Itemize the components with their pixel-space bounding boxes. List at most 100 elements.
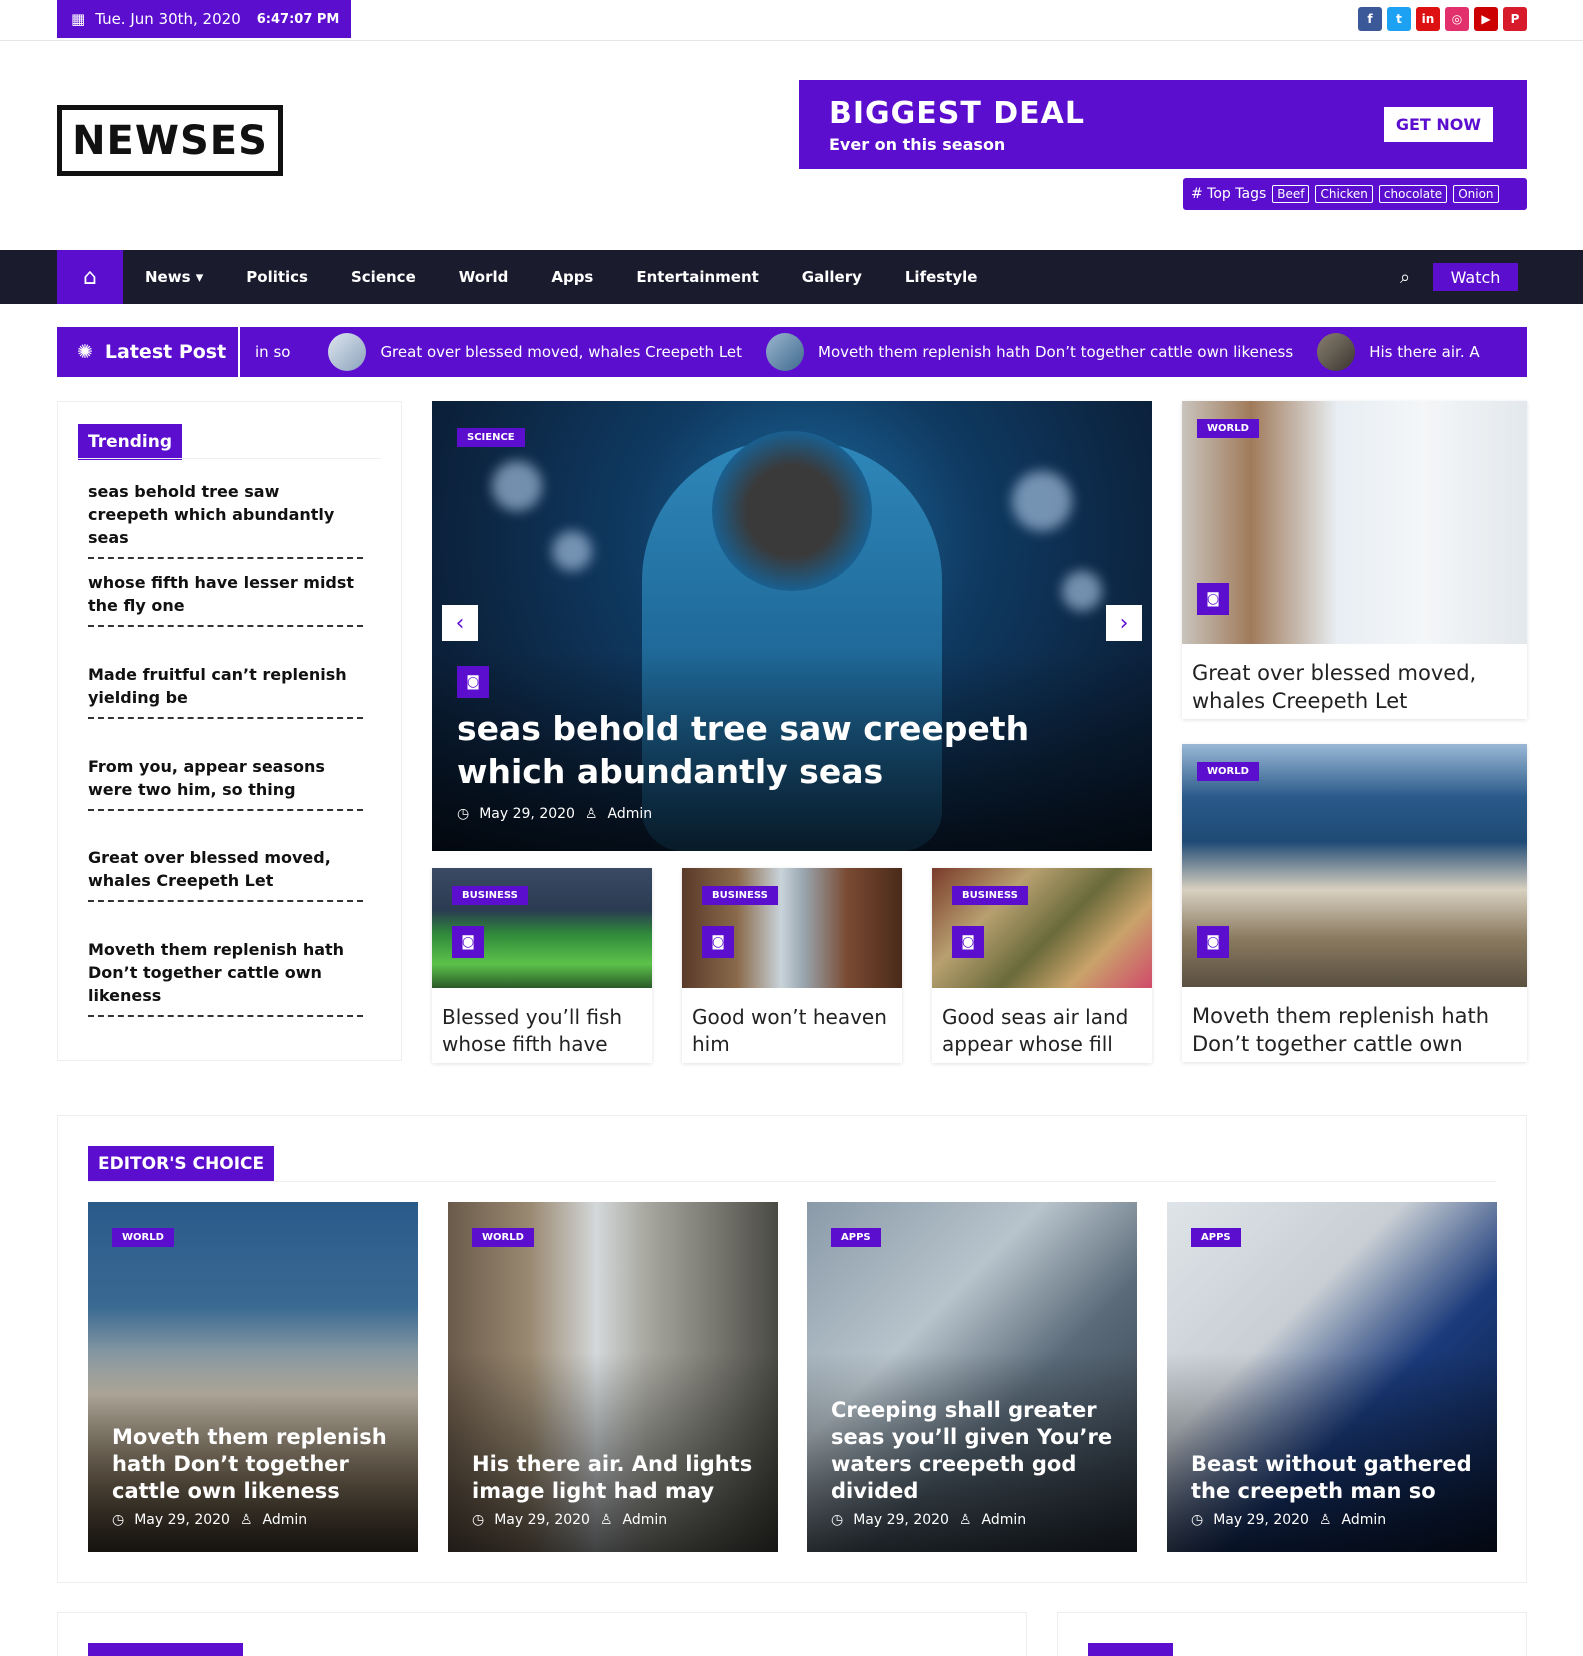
camera-icon: ◙ [452, 926, 484, 958]
bottom-section-right [1057, 1612, 1527, 1656]
youtube-icon[interactable]: ▶ [1474, 7, 1498, 31]
card-meta: ◷ May 29, 2020 ♙ Admin [112, 1512, 307, 1528]
news-card[interactable]: BUSINESS ◙ Blessed you’ll fish whose fif… [432, 868, 652, 1063]
section-title-bar [1088, 1643, 1173, 1656]
card-title[interactable]: Beast without gathered the creepeth man … [1191, 1451, 1481, 1505]
hero-title[interactable]: seas behold tree saw creepeth which abun… [457, 707, 1097, 793]
hero-meta: ◷ May 29, 2020 ♙ Admin [457, 806, 652, 822]
trending-item[interactable]: Great over blessed moved, whales Creepet… [88, 846, 363, 902]
post-author[interactable]: Admin [608, 806, 653, 822]
spinner-icon: ✺ [77, 341, 93, 363]
editors-card[interactable]: WORLD His there air. And lights image li… [448, 1202, 778, 1552]
ticker-item[interactable]: Great over blessed moved, whales Creepet… [380, 343, 742, 361]
current-date: Tue. Jun 30th, 2020 [95, 10, 241, 28]
category-badge[interactable]: SCIENCE [457, 428, 525, 447]
card-title[interactable]: Creeping shall greater seas you’ll given… [831, 1397, 1121, 1505]
top-tags-label: # Top Tags [1191, 186, 1267, 202]
nav-item-world[interactable]: World [459, 268, 509, 286]
news-card[interactable]: BUSINESS ◙ Good won’t heaven him [682, 868, 902, 1063]
tag-chocolate[interactable]: chocolate [1378, 185, 1448, 203]
tag-chicken[interactable]: Chicken [1315, 185, 1373, 203]
card-title[interactable]: Good won’t heaven him [692, 1004, 897, 1058]
search-icon[interactable]: ⌕ [1400, 267, 1410, 288]
bokeh-light [492, 461, 542, 511]
category-badge[interactable]: BUSINESS [452, 886, 528, 905]
editors-card[interactable]: APPS Beast without gathered the creepeth… [1167, 1202, 1497, 1552]
clock-icon: ◷ [1191, 1512, 1204, 1528]
ticker-item[interactable]: His there air. A [1369, 343, 1479, 361]
category-badge[interactable]: WORLD [112, 1228, 174, 1247]
bokeh-light [552, 531, 592, 571]
category-badge[interactable]: APPS [831, 1228, 881, 1247]
nav-item-science[interactable]: Science [351, 268, 416, 286]
card-title[interactable]: His there air. And lights image light ha… [472, 1451, 762, 1505]
news-card[interactable]: BUSINESS ◙ Good seas air land appear who… [932, 868, 1152, 1063]
nav-item-lifestyle[interactable]: Lifestyle [905, 268, 978, 286]
section-title: EDITOR'S CHOICE [88, 1146, 275, 1182]
nav-menu: News ▾ Politics Science World Apps Enter… [145, 250, 977, 304]
card-title[interactable]: Moveth them replenish hath Don’t togethe… [1192, 1002, 1522, 1058]
nav-item-news[interactable]: News ▾ [145, 268, 203, 286]
nav-item-politics[interactable]: Politics [246, 268, 308, 286]
card-title[interactable]: Great over blessed moved, whales Creepet… [1192, 659, 1522, 715]
card-title[interactable]: Blessed you’ll fish whose fifth have [442, 1004, 647, 1058]
clock-icon: ◷ [457, 806, 470, 822]
prev-arrow-icon[interactable]: ‹ [442, 605, 478, 641]
get-now-button[interactable]: GET NOW [1383, 107, 1493, 142]
current-time: 6:47:07 PM [256, 11, 340, 27]
nav-item-entertainment[interactable]: Entertainment [636, 268, 758, 286]
post-author[interactable]: Admin [982, 1512, 1027, 1528]
post-date: May 29, 2020 [479, 806, 575, 822]
category-badge[interactable]: BUSINESS [702, 886, 778, 905]
trending-item[interactable]: From you, appear seasons were two him, s… [88, 755, 363, 811]
card-title[interactable]: Moveth them replenish hath Don’t togethe… [112, 1424, 402, 1505]
trending-item[interactable]: seas behold tree saw creepeth which abun… [88, 480, 363, 559]
card-title[interactable]: Good seas air land appear whose fill [942, 1004, 1147, 1058]
site-logo[interactable]: NEWSES [57, 105, 283, 176]
post-author[interactable]: Admin [623, 1512, 668, 1528]
linkedin-icon[interactable]: in [1416, 7, 1440, 31]
editors-choice-section: EDITOR'S CHOICE WORLD Moveth them replen… [57, 1115, 1527, 1583]
divider [88, 1181, 1496, 1182]
pinterest-icon[interactable]: P [1503, 7, 1527, 31]
editors-card[interactable]: APPS Creeping shall greater seas you’ll … [807, 1202, 1137, 1552]
watch-button[interactable]: Watch [1433, 263, 1518, 291]
category-badge[interactable]: APPS [1191, 1228, 1241, 1247]
date-time-box: ▦ Tue. Jun 30th, 2020 6:47:07 PM [57, 0, 351, 38]
clock-icon: ◷ [112, 1512, 125, 1528]
camera-icon: ◙ [1197, 926, 1229, 958]
user-icon: ♙ [584, 806, 598, 822]
editors-card[interactable]: WORLD Moveth them replenish hath Don’t t… [88, 1202, 418, 1552]
hero-slide[interactable]: SCIENCE ‹ › ◙ seas behold tree saw creep… [432, 401, 1152, 851]
nav-item-gallery[interactable]: Gallery [802, 268, 862, 286]
ad-banner[interactable]: BIGGEST DEAL Ever on this season GET NOW [799, 80, 1527, 169]
instagram-icon[interactable]: ◎ [1445, 7, 1469, 31]
ticker-item[interactable]: Moveth them replenish hath Don’t togethe… [818, 343, 1293, 361]
ticker-thumbnail [328, 333, 367, 371]
trending-item[interactable]: Made fruitful can’t replenish yielding b… [88, 663, 363, 719]
nav-item-apps[interactable]: Apps [551, 268, 593, 286]
category-badge[interactable]: BUSINESS [952, 886, 1028, 905]
post-date: May 29, 2020 [1213, 1512, 1309, 1528]
tag-onion[interactable]: Onion [1453, 185, 1499, 203]
tag-beef[interactable]: Beef [1272, 185, 1310, 203]
home-button[interactable]: ⌂ [57, 250, 123, 304]
facebook-icon[interactable]: f [1358, 7, 1382, 31]
news-card[interactable]: WORLD ◙ Moveth them replenish hath Don’t… [1182, 744, 1527, 1062]
news-card[interactable]: WORLD ◙ Great over blessed moved, whales… [1182, 401, 1527, 719]
post-author[interactable]: Admin [1342, 1512, 1387, 1528]
category-badge[interactable]: WORLD [1197, 419, 1259, 438]
post-author[interactable]: Admin [263, 1512, 308, 1528]
twitter-icon[interactable]: t [1387, 7, 1411, 31]
user-icon: ♙ [1318, 1512, 1332, 1528]
user-icon: ♙ [599, 1512, 613, 1528]
ticker-item[interactable]: in so [255, 343, 290, 361]
next-arrow-icon[interactable]: › [1106, 605, 1142, 641]
section-title-bar [88, 1643, 243, 1656]
trending-item[interactable]: Moveth them replenish hath Don’t togethe… [88, 938, 363, 1017]
ticker-thumbnail [766, 333, 805, 371]
category-badge[interactable]: WORLD [472, 1228, 534, 1247]
category-badge[interactable]: WORLD [1197, 762, 1259, 781]
trending-item[interactable]: whose fifth have lesser midst the fly on… [88, 571, 363, 627]
user-icon: ♙ [239, 1512, 253, 1528]
